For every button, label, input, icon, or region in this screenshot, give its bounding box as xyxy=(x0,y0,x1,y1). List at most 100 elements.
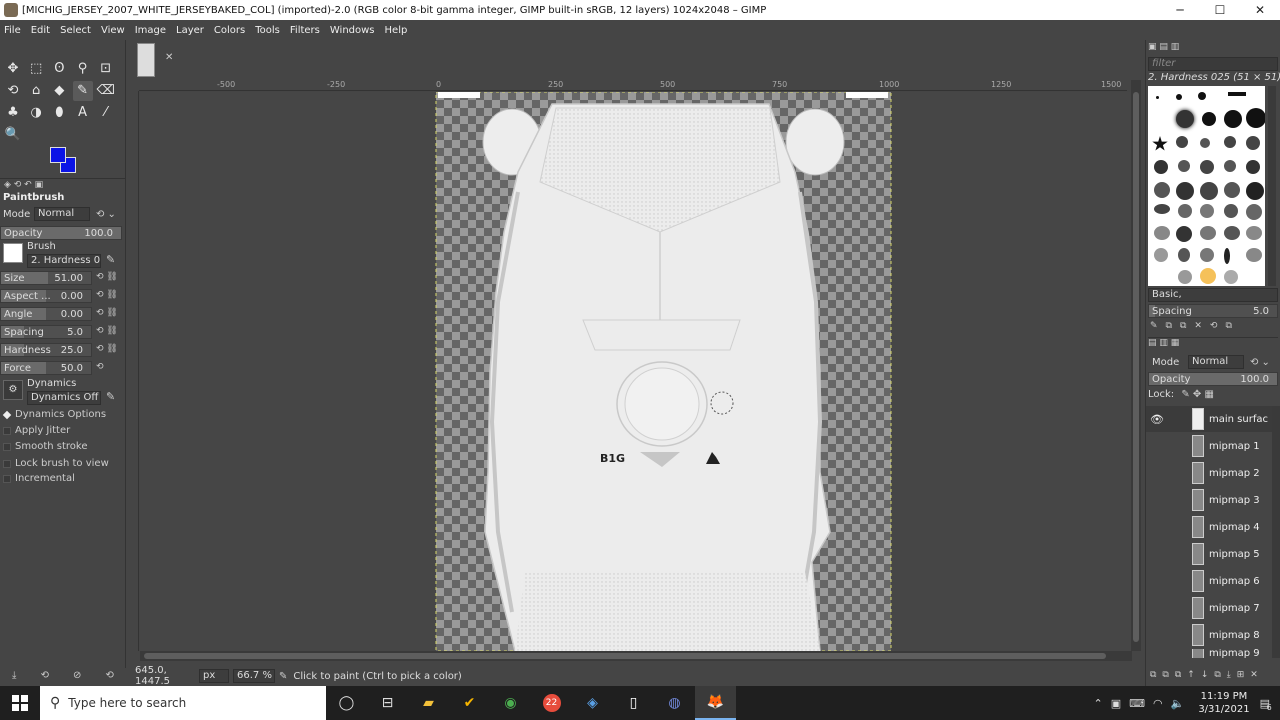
angle-slider[interactable]: Angle 0.00 xyxy=(0,307,92,321)
menu-help[interactable]: Help xyxy=(385,25,408,36)
task-view-icon[interactable]: ⊟ xyxy=(367,686,408,720)
layer-row[interactable]: mipmap 7 xyxy=(1146,595,1272,621)
brush-preview[interactable] xyxy=(3,243,23,263)
layer-row[interactable]: mipmap 3 xyxy=(1146,487,1272,513)
wifi-icon[interactable]: ◠ xyxy=(1153,697,1163,710)
paths-tool-icon[interactable]: ⬮ xyxy=(49,103,69,123)
menu-tools[interactable]: Tools xyxy=(255,25,280,36)
layer-row[interactable]: mipmap 6 xyxy=(1146,568,1272,594)
warp-tool-icon[interactable]: ⌂ xyxy=(26,81,46,101)
layer-action-icons[interactable]: ⧉⧉⧉↑↓⧉⤓⊞✕ xyxy=(1150,670,1264,680)
layer-row[interactable]: mipmap 4 xyxy=(1146,514,1272,540)
layers-scrollbar[interactable] xyxy=(1272,406,1280,658)
lock-brush-checkbox[interactable]: Lock brush to view xyxy=(3,458,109,469)
layer-row[interactable]: mipmap 8 xyxy=(1146,622,1272,648)
brush-filter-input[interactable]: filter xyxy=(1148,57,1278,71)
layer-mode-select[interactable]: Normal xyxy=(1188,355,1244,369)
size-reset-icon[interactable]: ⟲ ⛓ xyxy=(96,272,118,282)
windows-start-button[interactable] xyxy=(0,686,40,720)
horizontal-scrollbar[interactable] xyxy=(140,651,1132,661)
size-slider[interactable]: Size 51.00 xyxy=(0,271,92,285)
menu-edit[interactable]: Edit xyxy=(31,25,50,36)
maximize-button[interactable]: ☐ xyxy=(1200,3,1240,17)
image-tab-thumbnail[interactable] xyxy=(137,43,155,77)
zoom-select[interactable]: 66.7 % xyxy=(233,669,275,683)
menu-filters[interactable]: Filters xyxy=(290,25,320,36)
layer-row[interactable]: 👁 main surfac xyxy=(1146,406,1272,432)
eye-icon[interactable]: 👁 xyxy=(1146,413,1168,426)
vertical-scrollbar[interactable] xyxy=(1131,80,1141,651)
menu-colors[interactable]: Colors xyxy=(214,25,245,36)
hardness-slider[interactable]: Hardness 25.0 xyxy=(0,343,92,357)
brush-grid[interactable] xyxy=(1148,86,1265,286)
menu-windows[interactable]: Windows xyxy=(330,25,375,36)
menu-select[interactable]: Select xyxy=(60,25,91,36)
layer-row[interactable]: mipmap 5 xyxy=(1146,541,1272,567)
restore-options-icon[interactable]: ⟲ xyxy=(41,670,49,686)
force-slider[interactable]: Force 50.0 xyxy=(0,361,92,375)
brush-grid-scrollbar[interactable] xyxy=(1268,86,1276,286)
volume-icon[interactable]: 🔈 xyxy=(1171,697,1185,710)
menu-image[interactable]: Image xyxy=(135,25,166,36)
unit-select[interactable]: px xyxy=(199,669,229,683)
discord-icon[interactable]: ◍ xyxy=(654,686,695,720)
mode-select[interactable]: Normal xyxy=(34,207,90,221)
color-picker-tool-icon[interactable]: ⁄ xyxy=(96,103,116,123)
text-tool-icon[interactable]: A xyxy=(73,103,93,123)
opacity-slider[interactable]: Opacity 100.0 xyxy=(0,226,122,240)
crop-tool-icon[interactable]: ⊡ xyxy=(96,59,116,79)
force-reset-icon[interactable]: ⟲ xyxy=(96,362,104,372)
dynamics-field[interactable]: Dynamics Off xyxy=(27,391,101,405)
gimp-taskbar-icon[interactable]: 🦊 xyxy=(695,686,736,720)
menu-layer[interactable]: Layer xyxy=(176,25,204,36)
eraser-tool-icon[interactable]: ⌫ xyxy=(96,81,116,101)
spacing-slider[interactable]: Spacing 5.0 xyxy=(0,325,92,339)
menu-file[interactable]: File xyxy=(4,25,21,36)
brush-spacing-slider[interactable]: Spacing 5.0 xyxy=(1148,304,1278,318)
lock-icons[interactable]: ✎ ✥ ▦ xyxy=(1181,389,1214,400)
layer-opacity-slider[interactable]: Opacity 100.0 xyxy=(1148,372,1278,386)
mode-reset-icon[interactable]: ⟲ ⌄ xyxy=(96,209,116,220)
close-button[interactable]: ✕ xyxy=(1240,3,1280,17)
move-tool-icon[interactable]: ✥ xyxy=(3,59,23,79)
canvas-viewport[interactable]: B1G xyxy=(140,92,1132,651)
edit-dynamics-icon[interactable]: ✎ xyxy=(106,390,115,403)
rect-select-tool-icon[interactable]: ⬚ xyxy=(26,59,46,79)
zoom-tool-icon[interactable]: 🔍 xyxy=(3,125,23,145)
brush-tag-combo[interactable]: Basic, xyxy=(1148,288,1278,302)
notification-icon[interactable]: ▤ 6 xyxy=(1260,697,1272,712)
file-explorer-icon[interactable]: ▰ xyxy=(408,686,449,720)
document-icon[interactable]: ▯ xyxy=(613,686,654,720)
reset-options-icon[interactable]: ⟲ xyxy=(106,670,114,686)
paintbrush-tool-icon[interactable]: ✎ xyxy=(72,81,93,101)
menu-view[interactable]: View xyxy=(101,25,125,36)
angle-reset-icon[interactable]: ⟲ ⛓ xyxy=(96,308,118,318)
transform-tool-icon[interactable]: ⟲ xyxy=(3,81,23,101)
layer-row[interactable]: mipmap 1 xyxy=(1146,433,1272,459)
network-icon[interactable]: ⌨ xyxy=(1129,697,1145,710)
delete-options-icon[interactable]: ⊘ xyxy=(73,670,81,686)
layer-row[interactable]: mipmap 2 xyxy=(1146,460,1272,486)
dynamics-preview-icon[interactable]: ⚙ xyxy=(3,380,23,400)
vscode-icon[interactable]: ◈ xyxy=(572,686,613,720)
minimize-button[interactable]: ─ xyxy=(1160,3,1200,17)
layers-tab-icon[interactable]: ▤ ▥ ▦ xyxy=(1148,338,1179,348)
taskbar-search[interactable]: ⚲ Type here to search xyxy=(40,686,326,720)
aspect-slider[interactable]: Aspect ... 0.00 xyxy=(0,289,92,303)
hardness-reset-icon[interactable]: ⟲ ⛓ xyxy=(96,344,118,354)
foreground-color-swatch[interactable] xyxy=(50,147,66,163)
close-image-tab-icon[interactable]: ✕ xyxy=(165,52,173,63)
tool-options-tab-icon[interactable]: ◈ ⟲ ↶ ▣ xyxy=(4,180,43,190)
brushes-tab-icon[interactable]: ▣ ▤ ▥ xyxy=(1148,42,1179,52)
fuzzy-select-tool-icon[interactable]: ⚲ xyxy=(73,59,93,79)
brush-action-icons[interactable]: ✎⧉⧉✕⟲⧉ xyxy=(1150,321,1240,331)
clone-tool-icon[interactable]: ♣ xyxy=(3,103,23,123)
tray-app-icon[interactable]: ▣ xyxy=(1111,697,1121,710)
apply-jitter-checkbox[interactable]: Apply Jitter xyxy=(3,425,70,436)
smooth-stroke-checkbox[interactable]: Smooth stroke xyxy=(3,441,88,452)
spacing-reset-icon[interactable]: ⟲ ⛓ xyxy=(96,326,118,336)
app-badge-icon[interactable]: 22 xyxy=(531,686,572,720)
lasso-tool-icon[interactable]: ʘ xyxy=(49,59,69,79)
edit-brush-icon[interactable]: ✎ xyxy=(106,253,115,266)
smudge-tool-icon[interactable]: ◑ xyxy=(26,103,46,123)
